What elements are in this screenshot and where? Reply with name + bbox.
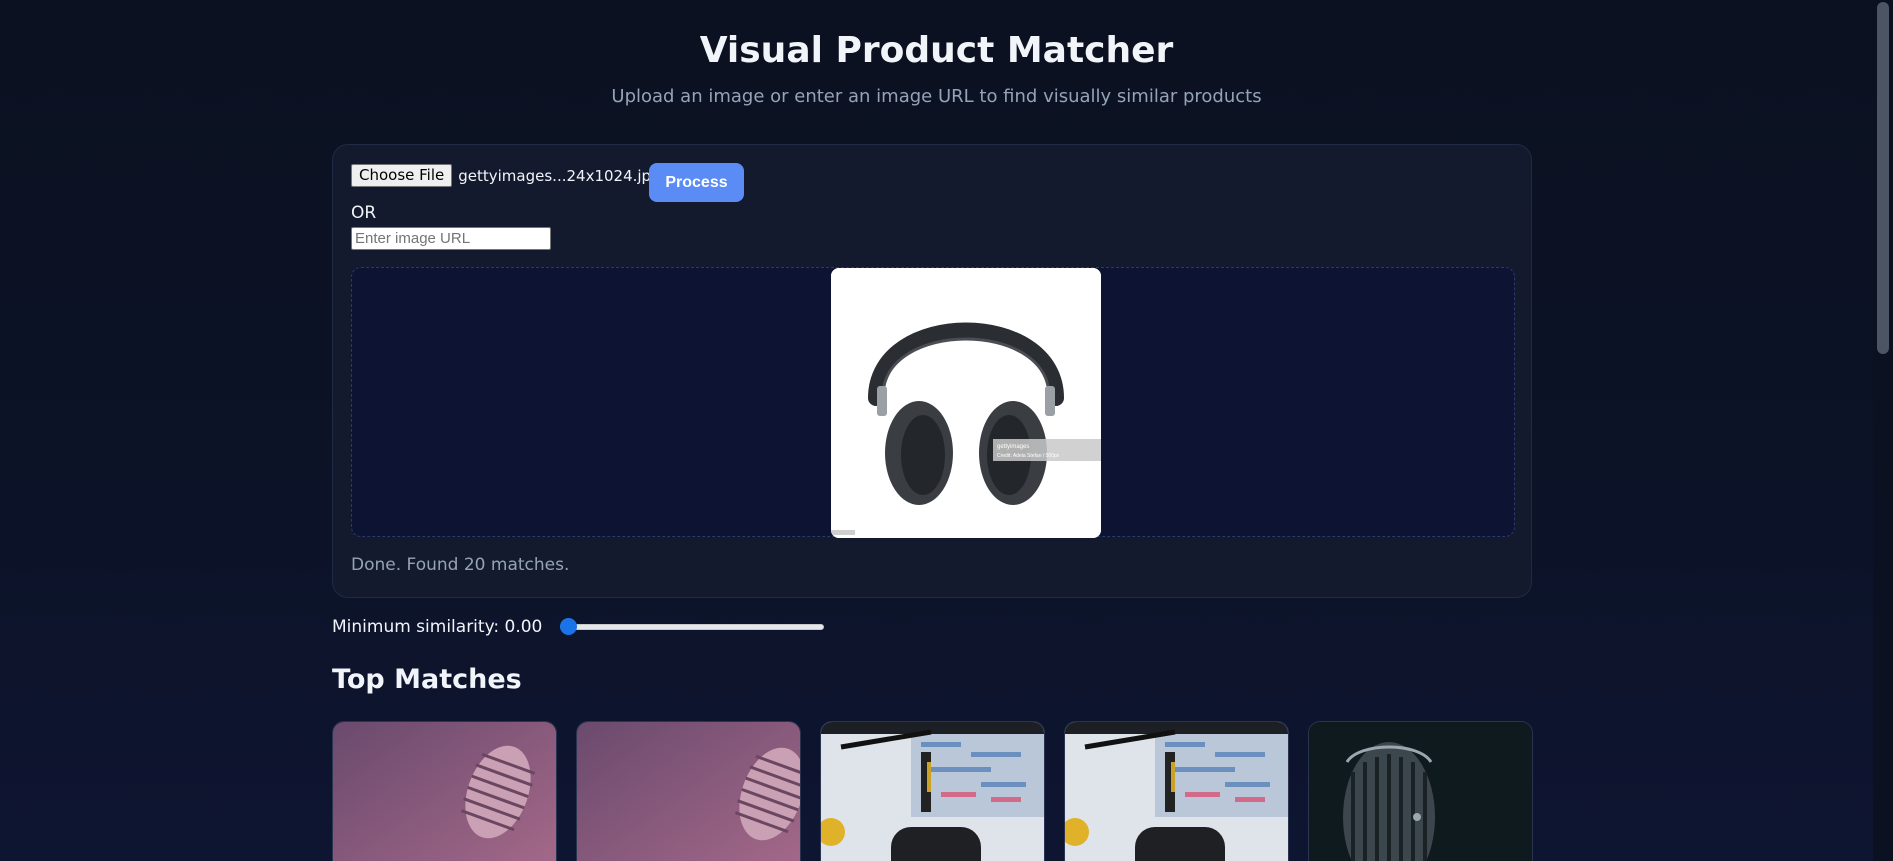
- page-subtitle: Upload an image or enter an image URL to…: [611, 86, 1262, 107]
- selected-file-name: gettyimages...24x1024.jpg: [458, 166, 661, 185]
- scrollbar-thumb[interactable]: [1877, 2, 1889, 354]
- page-title: Visual Product Matcher: [699, 30, 1174, 71]
- similarity-filter: Minimum similarity: 0.00: [332, 617, 825, 637]
- podcast-mic-image: [1065, 722, 1288, 861]
- match-card[interactable]: [332, 721, 557, 861]
- file-input[interactable]: Choose File gettyimages...24x1024.jpg: [351, 164, 661, 187]
- upload-panel: Choose File gettyimages...24x1024.jpg Pr…: [332, 144, 1532, 598]
- choose-file-button[interactable]: Choose File: [351, 164, 453, 187]
- image-dropzone[interactable]: gettyimages Credit: Adela Stefan / 500px: [351, 267, 1515, 538]
- slider-track[interactable]: [560, 624, 825, 630]
- uploaded-image-preview: gettyimages Credit: Adela Stefan / 500px: [831, 268, 1101, 538]
- podcast-mic-image: [821, 722, 1044, 861]
- match-card[interactable]: [576, 721, 801, 861]
- process-button[interactable]: Process: [649, 163, 744, 202]
- vertical-scrollbar[interactable]: [1873, 0, 1893, 861]
- image-url-input[interactable]: [351, 227, 551, 250]
- slider-thumb[interactable]: [560, 618, 578, 635]
- match-card[interactable]: [1308, 721, 1533, 861]
- status-text: Done. Found 20 matches.: [351, 555, 570, 575]
- top-matches-heading: Top Matches: [332, 664, 522, 695]
- similarity-slider[interactable]: [560, 617, 825, 637]
- watermark-brand: gettyimages: [997, 444, 1029, 450]
- page: Visual Product Matcher Upload an image o…: [0, 0, 1873, 861]
- watermark-credit: Credit: Adela Stefan / 500px: [997, 453, 1060, 459]
- vintage-microphone-image: [1309, 722, 1532, 861]
- match-results: [332, 721, 1533, 861]
- match-card[interactable]: [1064, 721, 1289, 861]
- or-label: OR: [351, 203, 377, 223]
- match-card[interactable]: [820, 721, 1045, 861]
- microphone-image: [577, 722, 800, 861]
- microphone-image: [333, 722, 556, 861]
- headphones-image: gettyimages Credit: Adela Stefan / 500px: [831, 268, 1101, 538]
- similarity-label: Minimum similarity: 0.00: [332, 617, 543, 637]
